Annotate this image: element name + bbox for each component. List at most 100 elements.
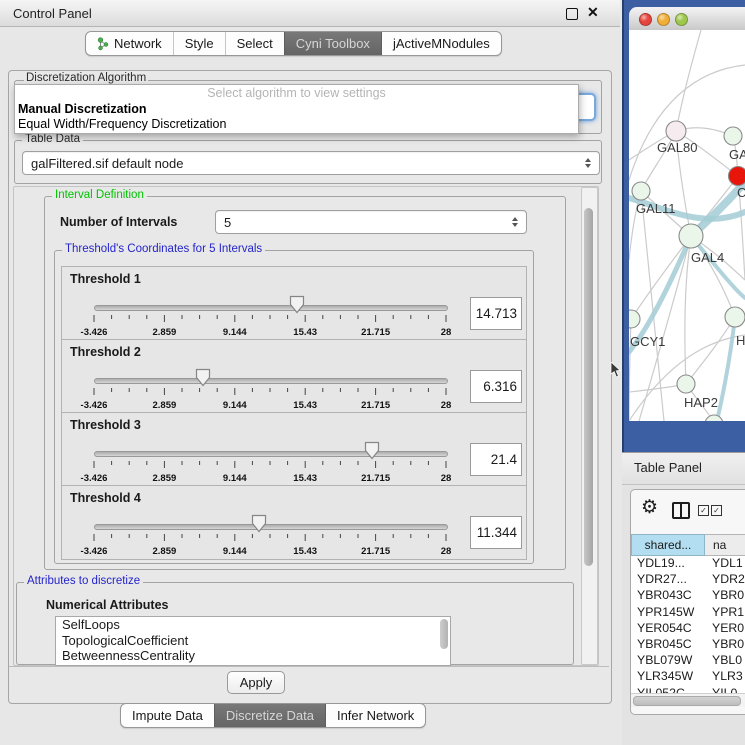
cell-shared-name[interactable]: YER054C bbox=[631, 621, 705, 637]
slider-knob[interactable] bbox=[251, 514, 267, 533]
slider-track[interactable] bbox=[94, 378, 448, 384]
svg-text:-3.426: -3.426 bbox=[81, 473, 108, 484]
tab-discretize-data[interactable]: Discretize Data bbox=[214, 704, 325, 727]
column-header-name[interactable]: na bbox=[705, 534, 745, 556]
split-columns-icon[interactable] bbox=[672, 502, 690, 519]
slider-track[interactable] bbox=[94, 524, 448, 530]
number-of-intervals-combobox[interactable]: 5 bbox=[215, 210, 527, 234]
network-node-hap2[interactable] bbox=[677, 375, 695, 393]
numerical-attributes-label: Numerical Attributes bbox=[46, 598, 168, 612]
table-row[interactable]: YBL079WYBL0 bbox=[631, 653, 745, 669]
threshold-value-field[interactable]: 21.4 bbox=[470, 443, 522, 476]
threshold-value-field[interactable]: 14.713 bbox=[470, 297, 522, 330]
slider-knob[interactable] bbox=[195, 368, 211, 387]
panel-vertical-scrollbar[interactable] bbox=[581, 187, 598, 665]
attributes-list-scrollbar[interactable] bbox=[440, 619, 448, 649]
slider-track[interactable] bbox=[94, 305, 448, 311]
network-node-label: GCY1 bbox=[630, 334, 665, 349]
panel-scrollbar-thumb[interactable] bbox=[584, 208, 593, 566]
table-body[interactable]: YDL19...YDL1YDR27...YDR2YBR043CYBR0YPR14… bbox=[631, 556, 745, 693]
network-node-c[interactable] bbox=[729, 167, 745, 186]
close-traffic-light[interactable] bbox=[639, 13, 652, 26]
cell-name[interactable]: YLR3 bbox=[705, 669, 745, 685]
checkbox-icon[interactable]: ✓ bbox=[711, 505, 722, 516]
numerical-attributes-list[interactable]: SelfLoopsTopologicalCoefficientBetweenne… bbox=[55, 616, 451, 666]
threshold-value-field[interactable]: 6.316 bbox=[470, 370, 522, 403]
table-row[interactable]: YDL19...YDL1 bbox=[631, 556, 745, 572]
svg-text:15.43: 15.43 bbox=[293, 546, 317, 557]
table-data-combobox[interactable]: galFiltered.sif default node bbox=[22, 151, 600, 175]
tab-jactivemnodules[interactable]: jActiveMNodules bbox=[381, 32, 501, 55]
cell-name[interactable]: YIL0 bbox=[705, 686, 745, 694]
cell-shared-name[interactable]: YPR145W bbox=[631, 605, 705, 621]
network-canvas[interactable]: GAL80GACGAL11GAL4GCY1HHAP2 bbox=[629, 30, 745, 421]
table-row[interactable]: YPR145WYPR1 bbox=[631, 605, 745, 621]
threshold-value-field[interactable]: 11.344 bbox=[470, 516, 522, 549]
column-header-shared-name[interactable]: shared... bbox=[631, 534, 705, 556]
cell-name[interactable]: YPR1 bbox=[705, 605, 745, 621]
cell-shared-name[interactable]: YIL052C bbox=[631, 686, 705, 694]
attribute-item-betweennesscentrality[interactable]: BetweennessCentrality bbox=[56, 648, 450, 664]
apply-separator bbox=[9, 666, 609, 667]
cell-name[interactable]: YBR0 bbox=[705, 588, 745, 604]
table-row[interactable]: YLR345WYLR3 bbox=[631, 669, 745, 685]
network-node-ga[interactable] bbox=[724, 127, 742, 145]
tab-network[interactable]: Network bbox=[86, 32, 173, 55]
table-row[interactable]: YER054CYER0 bbox=[631, 621, 745, 637]
cell-shared-name[interactable]: YLR345W bbox=[631, 669, 705, 685]
svg-text:2.859: 2.859 bbox=[153, 546, 177, 557]
table-row[interactable]: YIL052CYIL0 bbox=[631, 686, 745, 694]
svg-text:21.715: 21.715 bbox=[361, 400, 391, 411]
cell-name[interactable]: YER0 bbox=[705, 621, 745, 637]
svg-text:21.715: 21.715 bbox=[361, 327, 391, 338]
cell-shared-name[interactable]: YBL079W bbox=[631, 653, 705, 669]
tab-cyni-toolbox[interactable]: Cyni Toolbox bbox=[284, 32, 381, 55]
network-node-gal11[interactable] bbox=[632, 182, 650, 200]
cell-shared-name[interactable]: YDR27... bbox=[631, 572, 705, 588]
zoom-traffic-light[interactable] bbox=[675, 13, 688, 26]
table-row[interactable]: YBR043CYBR0 bbox=[631, 588, 745, 604]
tab-impute-data[interactable]: Impute Data bbox=[121, 704, 214, 727]
network-node-gal80[interactable] bbox=[666, 121, 686, 141]
table-row[interactable]: YBR045CYBR0 bbox=[631, 637, 745, 653]
cell-name[interactable]: YDR2 bbox=[705, 572, 745, 588]
apply-button[interactable]: Apply bbox=[227, 671, 285, 694]
network-node-gcy1[interactable] bbox=[629, 310, 640, 328]
network-node-h[interactable] bbox=[725, 307, 745, 327]
attribute-item-selfloops[interactable]: SelfLoops bbox=[56, 617, 450, 633]
attribute-item-topologicalcoefficient[interactable]: TopologicalCoefficient bbox=[56, 633, 450, 649]
network-edge[interactable] bbox=[631, 236, 691, 319]
svg-text:9.144: 9.144 bbox=[223, 400, 247, 411]
table-row[interactable]: YDR27...YDR2 bbox=[631, 572, 745, 588]
close-icon[interactable]: ✕ bbox=[587, 4, 599, 21]
network-edge-highlighted[interactable] bbox=[717, 317, 735, 421]
algorithm-option-equal-width-frequency-discretization[interactable]: Equal Width/Frequency Discretization bbox=[15, 117, 578, 132]
cell-shared-name[interactable]: YBR045C bbox=[631, 637, 705, 653]
algorithm-option-manual-discretization[interactable]: Manual Discretization bbox=[15, 102, 578, 117]
tab-style[interactable]: Style bbox=[173, 32, 225, 55]
slider-track[interactable] bbox=[94, 451, 448, 457]
bottom-tab-bar: Impute DataDiscretize DataInfer Network bbox=[120, 703, 426, 728]
svg-text:21.715: 21.715 bbox=[361, 473, 391, 484]
svg-text:9.144: 9.144 bbox=[223, 473, 247, 484]
tab-select[interactable]: Select bbox=[225, 32, 284, 55]
settings-gear-icon[interactable]: ⚙ bbox=[641, 496, 658, 519]
tab-infer-network[interactable]: Infer Network bbox=[325, 704, 425, 727]
cell-name[interactable]: YBL0 bbox=[705, 653, 745, 669]
slider-knob[interactable] bbox=[364, 441, 380, 460]
slider-knob[interactable] bbox=[289, 295, 305, 314]
table-scrollbar-thumb[interactable] bbox=[633, 696, 741, 706]
float-window-icon[interactable] bbox=[566, 8, 578, 20]
cell-shared-name[interactable]: YBR043C bbox=[631, 588, 705, 604]
network-node-gal4[interactable] bbox=[679, 224, 703, 248]
cell-name[interactable]: YDL1 bbox=[705, 556, 745, 572]
cell-name[interactable]: YBR0 bbox=[705, 637, 745, 653]
table-horizontal-scrollbar[interactable] bbox=[631, 693, 745, 707]
network-edge[interactable] bbox=[691, 236, 735, 317]
checkbox-icon[interactable]: ✓ bbox=[698, 505, 709, 516]
threshold-row-1: Threshold 1-3.4262.8599.14415.4321.71528… bbox=[61, 266, 527, 341]
minimize-traffic-light[interactable] bbox=[657, 13, 670, 26]
cell-shared-name[interactable]: YDL19... bbox=[631, 556, 705, 572]
slider-ruler: -3.4262.8599.14415.4321.71528 bbox=[62, 534, 526, 557]
network-node[interactable] bbox=[705, 415, 723, 421]
